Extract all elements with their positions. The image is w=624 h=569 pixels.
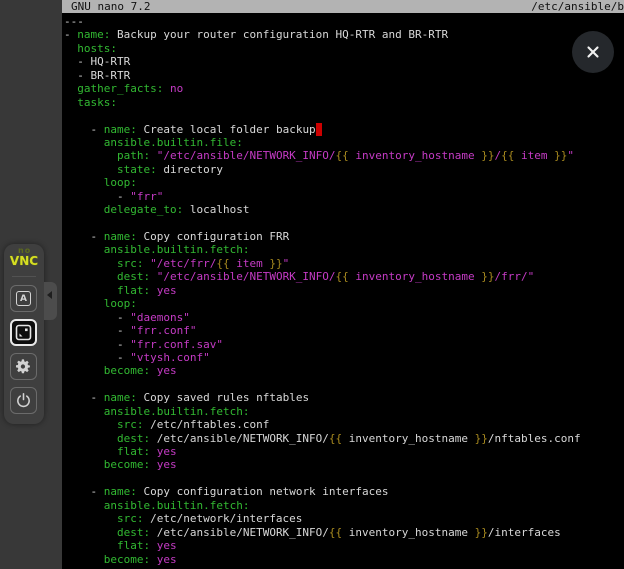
fullscreen-icon	[15, 324, 32, 341]
keyboard-a-icon: A	[16, 291, 31, 306]
editor-line: - name: Create local folder backup	[64, 123, 581, 136]
power-icon	[15, 392, 32, 409]
editor-line: dest: /etc/ansible/NETWORK_INFO/{{ inven…	[64, 432, 581, 445]
editor-line	[64, 378, 581, 391]
editor-line: ansible.builtin.file:	[64, 136, 581, 149]
editor-line: flat: yes	[64, 445, 581, 458]
editor-line	[64, 472, 581, 485]
editor-line: - "daemons"	[64, 311, 581, 324]
editor-line: delegate_to: localhost	[64, 203, 581, 216]
editor-line: - name: Copy configuration network inter…	[64, 485, 581, 498]
editor-line	[64, 109, 581, 122]
terminal-window[interactable]: GNU nano 7.2 /etc/ansible/b ---- name: B…	[62, 0, 624, 569]
novnc-logo: no VNC	[4, 247, 44, 267]
chevron-left-icon	[47, 291, 52, 299]
editor-line: - HQ-RTR	[64, 55, 581, 68]
editor-line: - BR-RTR	[64, 69, 581, 82]
editor-line: - "frr.conf.sav"	[64, 338, 581, 351]
editor-line: path: "/etc/ansible/NETWORK_INFO/{{ inve…	[64, 149, 581, 162]
text-cursor	[316, 123, 323, 136]
editor-line: ansible.builtin.fetch:	[64, 405, 581, 418]
power-button[interactable]	[10, 387, 37, 414]
editor-line: flat: yes	[64, 284, 581, 297]
editor-line: src: /etc/network/interfaces	[64, 512, 581, 525]
editor-line: become: yes	[64, 553, 581, 566]
editor-line: loop:	[64, 297, 581, 310]
editor-line: tasks:	[64, 96, 581, 109]
editor-line: ---	[64, 15, 581, 28]
nano-version-label: GNU nano 7.2	[71, 0, 150, 13]
editor-line	[64, 217, 581, 230]
editor-line: dest: "/etc/ansible/NETWORK_INFO/{{ inve…	[64, 270, 581, 283]
editor-line: - "vtysh.conf"	[64, 351, 581, 364]
panel-divider	[12, 276, 36, 277]
editor-line: become: yes	[64, 364, 581, 377]
editor-line: - "frr.conf"	[64, 324, 581, 337]
editor-line: ansible.builtin.fetch:	[64, 243, 581, 256]
editor-line: state: directory	[64, 163, 581, 176]
editor-line: ansible.builtin.fetch:	[64, 499, 581, 512]
editor-line: loop:	[64, 176, 581, 189]
vnc-desktop: GNU nano 7.2 /etc/ansible/b ---- name: B…	[0, 0, 624, 569]
nano-titlebar: GNU nano 7.2 /etc/ansible/b	[62, 0, 624, 13]
close-icon	[585, 44, 601, 60]
settings-button[interactable]	[10, 353, 37, 380]
fullscreen-button[interactable]	[10, 319, 37, 346]
editor-line: - "frr"	[64, 190, 581, 203]
editor-line: hosts:	[64, 42, 581, 55]
editor-line: - name: Copy saved rules nftables	[64, 391, 581, 404]
editor-text-area[interactable]: ---- name: Backup your router configurat…	[64, 15, 581, 566]
close-button[interactable]	[572, 31, 614, 73]
gear-icon	[15, 358, 32, 375]
novnc-logo-vnc: VNC	[4, 255, 44, 267]
editor-line: src: "/etc/frr/{{ item }}"	[64, 257, 581, 270]
editor-line: - name: Copy configuration FRR	[64, 230, 581, 243]
editor-line: become: yes	[64, 458, 581, 471]
nano-file-path: /etc/ansible/b	[531, 0, 624, 13]
editor-line: gather_facts: no	[64, 82, 581, 95]
extra-keys-button[interactable]: A	[10, 285, 37, 312]
editor-line: dest: /etc/ansible/NETWORK_INFO/{{ inven…	[64, 526, 581, 539]
control-bar-handle[interactable]	[44, 282, 57, 320]
editor-line: flat: yes	[64, 539, 581, 552]
editor-line: src: /etc/nftables.conf	[64, 418, 581, 431]
novnc-control-panel: no VNC A	[4, 244, 44, 424]
editor-line: - name: Backup your router configuration…	[64, 28, 581, 41]
